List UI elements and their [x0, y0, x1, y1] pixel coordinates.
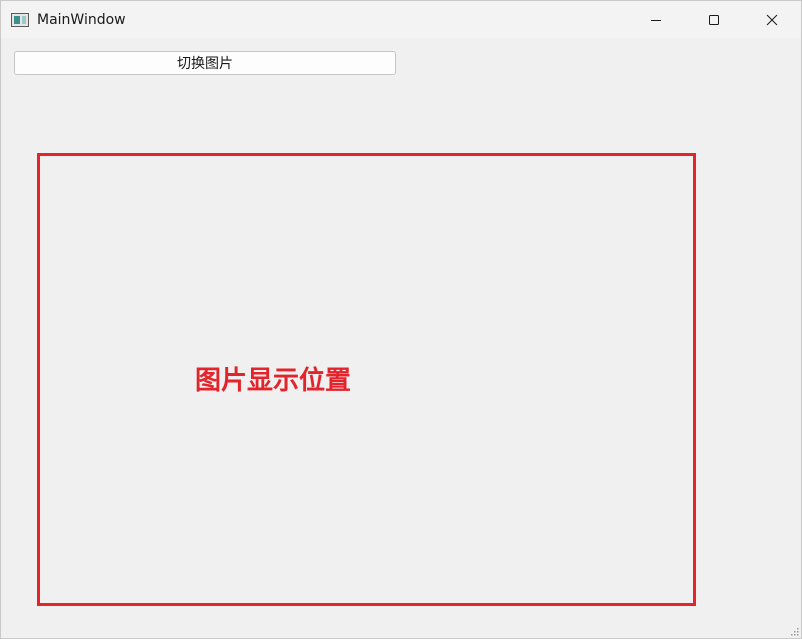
- main-window: MainWindow 切换图片 图片显示位置: [0, 0, 802, 639]
- window-title: MainWindow: [37, 12, 126, 28]
- close-icon: [766, 14, 778, 25]
- maximize-button[interactable]: [685, 1, 743, 38]
- close-button[interactable]: [743, 1, 801, 38]
- title-bar[interactable]: MainWindow: [1, 1, 801, 38]
- maximize-icon: [709, 14, 719, 25]
- app-window-icon: [11, 13, 29, 27]
- minimize-button[interactable]: [627, 1, 685, 38]
- image-display-area: [37, 153, 696, 606]
- minimize-icon: [651, 19, 661, 21]
- resize-grip-icon[interactable]: [789, 626, 799, 636]
- switch-image-button[interactable]: 切换图片: [14, 51, 396, 75]
- image-placeholder-label: 图片显示位置: [195, 366, 352, 396]
